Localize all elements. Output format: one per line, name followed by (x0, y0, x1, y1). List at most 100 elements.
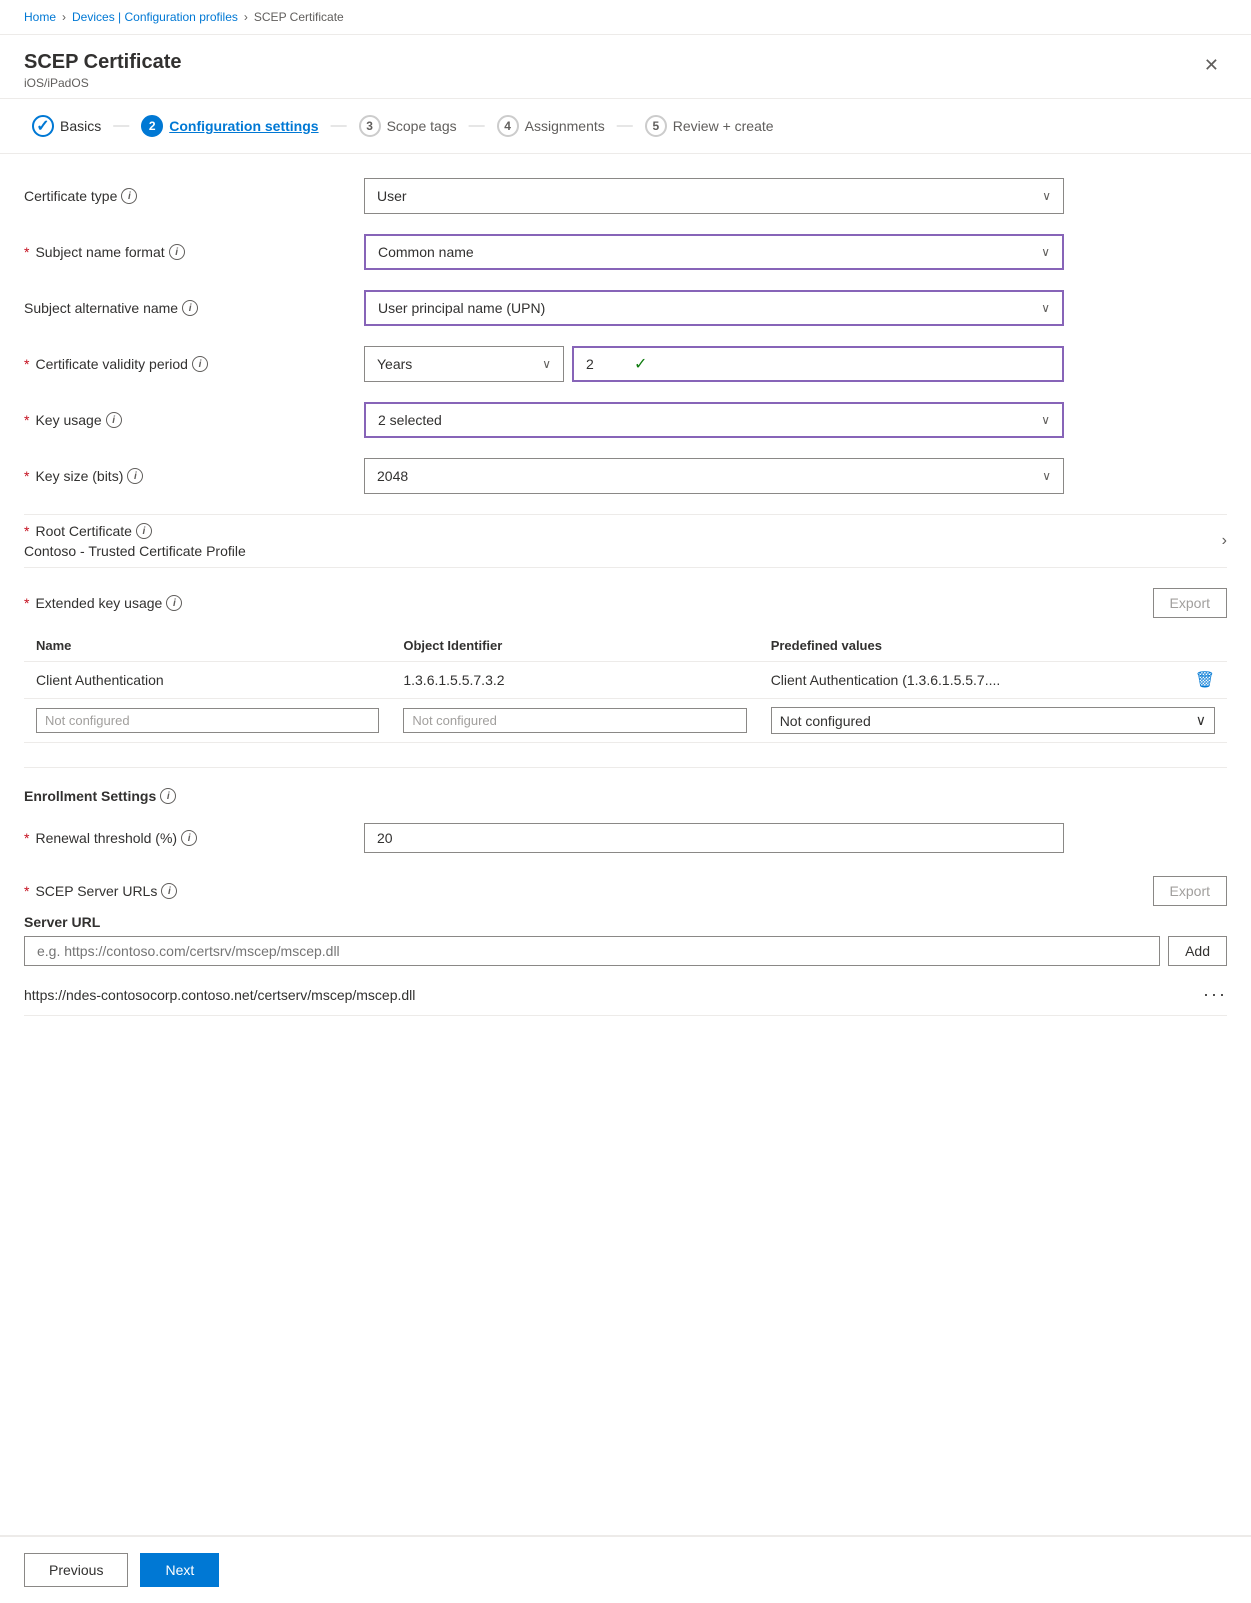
key-usage-row: * Key usage i 2 selected ∨ (24, 402, 1227, 438)
breadcrumb-devices[interactable]: Devices | Configuration profiles (72, 10, 238, 24)
cert-validity-control: Years ∨ ✓ (364, 346, 1064, 382)
cert-type-row: Certificate type i User ∨ (24, 178, 1227, 214)
breadcrumb-current: SCEP Certificate (254, 10, 344, 24)
eku-oid-input[interactable] (403, 708, 746, 733)
step-review-label: Review + create (673, 118, 774, 134)
cert-validity-label: * Certificate validity period i (24, 356, 364, 372)
section-divider (24, 767, 1227, 768)
validity-unit-arrow: ∨ (542, 357, 551, 371)
panel-header: SCEP Certificate iOS/iPadOS ✕ (0, 35, 1251, 99)
eku-info-icon[interactable]: i (166, 595, 182, 611)
eku-header: * Extended key usage i Export (24, 588, 1227, 618)
step-basics-label: Basics (60, 118, 101, 134)
eku-table: Name Object Identifier Predefined values… (24, 630, 1227, 743)
scep-export-button[interactable]: Export (1153, 876, 1227, 906)
subject-alt-dropdown[interactable]: User principal name (UPN) ∨ (364, 290, 1064, 326)
key-size-arrow: ∨ (1042, 469, 1051, 483)
step-config-label: Configuration settings (169, 118, 318, 134)
validity-row: Years ∨ ✓ (364, 346, 1064, 382)
root-cert-required: * (24, 523, 29, 539)
url-entry-more-button[interactable]: ··· (1203, 984, 1227, 1005)
validity-number-input[interactable] (586, 356, 626, 372)
renewal-required: * (24, 830, 29, 846)
eku-name-input[interactable] (36, 708, 379, 733)
check-icon: ✓ (36, 116, 49, 136)
eku-required: * (24, 595, 29, 611)
key-size-info-icon[interactable]: i (127, 468, 143, 484)
footer: Previous Next (0, 1535, 1251, 1603)
key-size-required: * (24, 468, 29, 484)
scep-required: * (24, 883, 29, 899)
step-configuration[interactable]: 2 Configuration settings (133, 115, 326, 137)
key-usage-info-icon[interactable]: i (106, 412, 122, 428)
step-scope-label: Scope tags (387, 118, 457, 134)
subject-name-info-icon[interactable]: i (169, 244, 185, 260)
eku-section: * Extended key usage i Export Name Objec… (24, 588, 1227, 743)
renewal-control (364, 823, 1064, 853)
key-usage-arrow: ∨ (1041, 413, 1050, 427)
key-size-label: * Key size (bits) i (24, 468, 364, 484)
step-basics-indicator: ✓ (32, 115, 54, 137)
key-usage-label: * Key usage i (24, 412, 364, 428)
scep-info-icon[interactable]: i (161, 883, 177, 899)
validity-value-field: ✓ (572, 346, 1064, 382)
delete-row-icon[interactable]: 🗑 (1195, 670, 1215, 690)
main-content: Certificate type i User ∨ * Subject name… (0, 154, 1251, 1535)
step-basics[interactable]: ✓ Basics (24, 115, 109, 137)
root-cert-value: Contoso - Trusted Certificate Profile (24, 543, 246, 559)
eku-input-row: Not configured ∨ (24, 699, 1227, 743)
step-assignments[interactable]: 4 Assignments (489, 115, 613, 137)
subject-name-arrow: ∨ (1041, 245, 1050, 259)
subject-name-row: * Subject name format i Common name ∨ (24, 234, 1227, 270)
eku-export-button[interactable]: Export (1153, 588, 1227, 618)
step-sep-1: — (113, 117, 129, 135)
renewal-threshold-row: * Renewal threshold (%) i (24, 820, 1227, 856)
key-size-row: * Key size (bits) i 2048 ∨ (24, 458, 1227, 494)
renewal-threshold-input[interactable] (364, 823, 1064, 853)
key-usage-control: 2 selected ∨ (364, 402, 1064, 438)
key-usage-dropdown[interactable]: 2 selected ∨ (364, 402, 1064, 438)
step-config-indicator: 2 (141, 115, 163, 137)
enrollment-info-icon[interactable]: i (160, 788, 176, 804)
cert-validity-required: * (24, 356, 29, 372)
cert-type-value: User (377, 188, 407, 204)
predefined-cell: Client Authentication (1.3.6.1.5.5.7....… (771, 670, 1215, 690)
key-size-dropdown[interactable]: 2048 ∨ (364, 458, 1064, 494)
key-usage-value: 2 selected (378, 412, 442, 428)
renewal-info-icon[interactable]: i (181, 830, 197, 846)
server-url-input[interactable] (24, 936, 1160, 966)
enrollment-section: Enrollment Settings i * Renewal threshol… (24, 788, 1227, 1016)
eku-title: * Extended key usage i (24, 595, 182, 611)
root-cert-info-icon[interactable]: i (136, 523, 152, 539)
eku-input-name-cell (24, 699, 391, 743)
breadcrumb-home[interactable]: Home (24, 10, 56, 24)
step-scope[interactable]: 3 Scope tags (351, 115, 465, 137)
cert-type-info-icon[interactable]: i (121, 188, 137, 204)
subject-name-required: * (24, 244, 29, 260)
validity-unit-dropdown[interactable]: Years ∨ (364, 346, 564, 382)
subject-alt-info-icon[interactable]: i (182, 300, 198, 316)
root-cert-row[interactable]: * Root Certificate i Contoso - Trusted C… (24, 514, 1227, 568)
root-cert-chevron-icon[interactable]: › (1222, 532, 1227, 550)
step-assign-label: Assignments (525, 118, 605, 134)
close-button[interactable]: ✕ (1196, 51, 1227, 80)
subject-alt-value: User principal name (UPN) (378, 300, 545, 316)
previous-button[interactable]: Previous (24, 1553, 128, 1587)
cert-validity-info-icon[interactable]: i (192, 356, 208, 372)
breadcrumb-sep-2: › (244, 10, 248, 24)
step-sep-4: — (617, 117, 633, 135)
root-cert-left: * Root Certificate i Contoso - Trusted C… (24, 523, 246, 559)
scep-urls-section: * SCEP Server URLs i Export Server URL A… (24, 876, 1227, 1016)
eku-col-predefined: Predefined values (759, 630, 1227, 662)
subject-alt-row: Subject alternative name i User principa… (24, 290, 1227, 326)
subject-name-dropdown[interactable]: Common name ∨ (364, 234, 1064, 270)
next-button[interactable]: Next (140, 1553, 219, 1587)
cert-type-dropdown[interactable]: User ∨ (364, 178, 1064, 214)
step-review[interactable]: 5 Review + create (637, 115, 782, 137)
add-url-button[interactable]: Add (1168, 936, 1227, 966)
url-entry: https://ndes-contosocorp.contoso.net/cer… (24, 974, 1227, 1016)
root-cert-label: * Root Certificate i (24, 523, 246, 539)
step-assign-indicator: 4 (497, 115, 519, 137)
eku-input-predefined-cell: Not configured ∨ (759, 699, 1227, 743)
eku-predefined-dropdown[interactable]: Not configured ∨ (771, 707, 1215, 734)
